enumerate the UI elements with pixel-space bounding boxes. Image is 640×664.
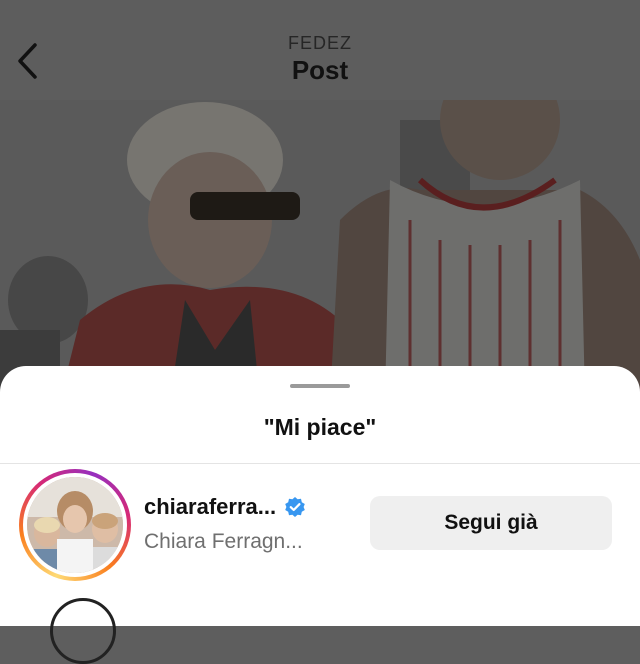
sheet-title: "Mi piace" — [263, 414, 377, 440]
story-ring[interactable] — [19, 469, 131, 581]
avatar[interactable] — [50, 598, 116, 664]
top-bar: FEDEZ Post — [0, 0, 640, 100]
post-image — [0, 100, 640, 400]
account-name: FEDEZ — [287, 33, 352, 53]
verified-badge-icon — [284, 496, 306, 518]
full-name: Chiara Ferragn... — [144, 530, 303, 553]
following-button[interactable]: Segui già — [370, 496, 612, 550]
avatar — [27, 477, 123, 573]
likes-sheet: "Mi piace" chiaraferra... Chiara Ferragn… — [0, 366, 640, 664]
page-title: Post — [291, 55, 349, 85]
list-item[interactable]: chiaraferra... Chiara Ferragn... Segui g… — [0, 464, 640, 589]
username[interactable]: chiaraferra... — [144, 494, 276, 520]
sheet-grabber[interactable] — [290, 384, 350, 388]
